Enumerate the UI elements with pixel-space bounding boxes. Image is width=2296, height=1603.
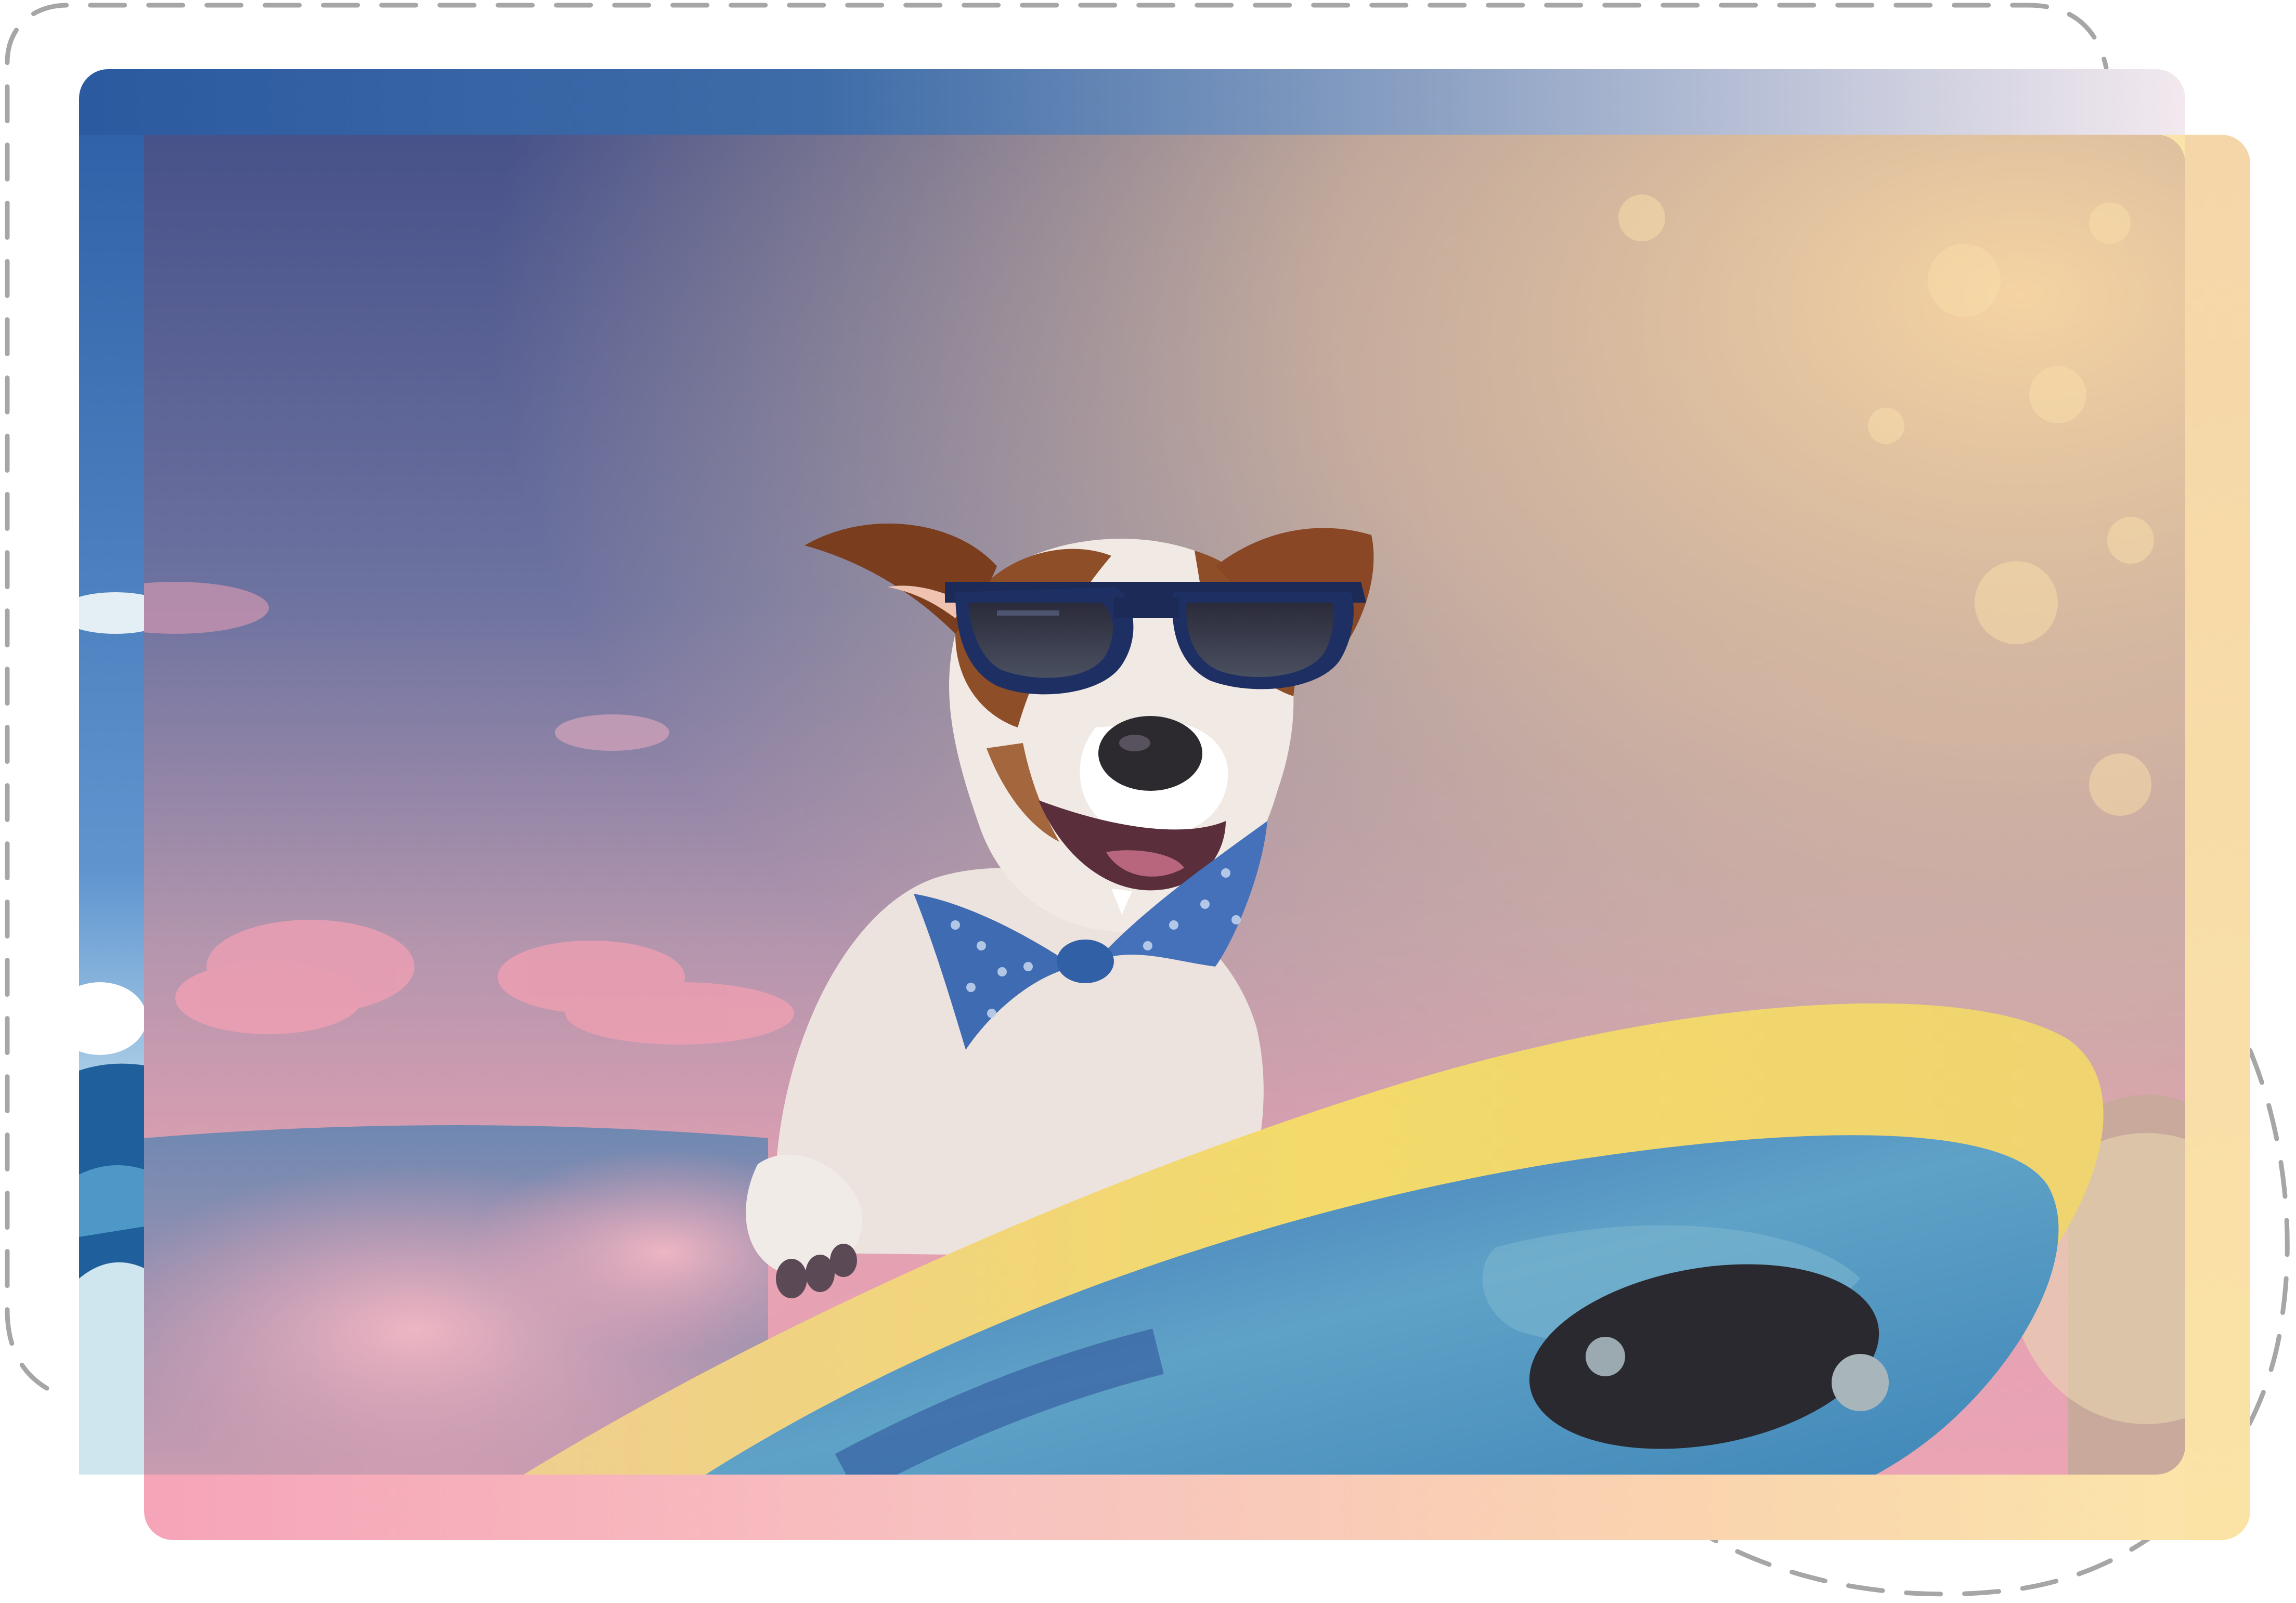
image-composition (0, 0, 2296, 1603)
photo-main (144, 135, 2185, 1475)
photo-left-strip (79, 135, 144, 1475)
left-strip-photo (79, 135, 144, 1475)
nose (1098, 716, 1202, 791)
surfing-dog-photo (144, 135, 2185, 1475)
